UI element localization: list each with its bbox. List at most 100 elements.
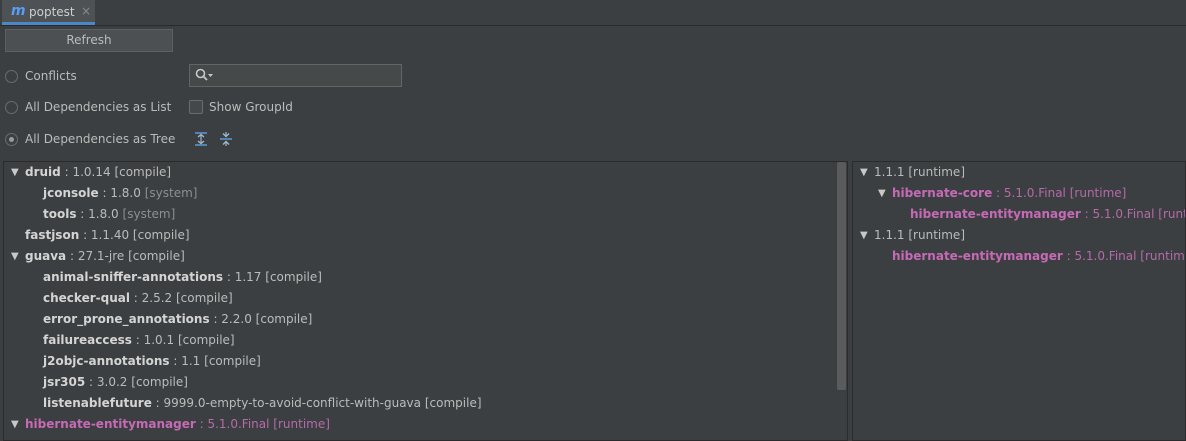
tree-node[interactable]: j2objc-annotations : 1.1 [compile]: [4, 351, 847, 372]
artifact-version: 1.1.1: [874, 228, 905, 242]
tree-node[interactable]: ▼ guava : 27.1-jre [compile]: [4, 246, 847, 267]
artifact-scope: [runtime]: [908, 228, 965, 242]
tree-label: All Dependencies as Tree: [25, 132, 176, 146]
tree-node[interactable]: hibernate-entitymanager : 5.1.0.Final [r…: [853, 204, 1185, 225]
tree-node-text: guava : 27.1-jre [compile]: [25, 249, 185, 263]
tab-bar: m poptest ×: [0, 0, 1186, 26]
tree-node[interactable]: hibernate-entitymanager : 5.1.0.Final [r…: [853, 246, 1185, 267]
artifact-version: 1.8.0: [88, 207, 119, 221]
artifact-version: 2.2.0: [221, 312, 252, 326]
dependency-tree[interactable]: ▼ druid : 1.0.14 [compile] jconsole : 1.8.…: [3, 161, 848, 441]
tree-node-text: 1.1.1 [runtime]: [874, 225, 965, 246]
tree-node[interactable]: animal-sniffer-annotations : 1.17 [compi…: [4, 267, 847, 288]
artifact-name: error_prone_annotations: [43, 312, 210, 326]
tree-node[interactable]: listenablefuture : 9999.0-empty-to-avoid…: [4, 393, 847, 414]
artifact-scope: [runtime]: [273, 417, 330, 431]
tree-node-text: hibernate-entitymanager : 5.1.0.Final [r…: [25, 417, 330, 431]
tree-node[interactable]: ▼ 1.1.1 [runtime]: [853, 225, 1185, 246]
artifact-name: checker-qual: [43, 291, 130, 305]
artifact-name: hibernate-entitymanager: [892, 249, 1063, 263]
tree-node-text: failureaccess : 1.0.1 [compile]: [43, 333, 235, 347]
tree-node-text: tools : 1.8.0 [system]: [43, 207, 176, 221]
expand-all-icon[interactable]: [193, 131, 209, 147]
artifact-name: hibernate-core: [892, 186, 993, 200]
tree-node[interactable]: failureaccess : 1.0.1 [compile]: [4, 330, 847, 351]
tree-node[interactable]: ▼ 1.1.1 [runtime]: [853, 162, 1185, 183]
triangle-down-icon[interactable]: ▼: [11, 246, 23, 267]
artifact-version: 1.17: [234, 270, 262, 284]
triangle-down-icon[interactable]: ▼: [11, 414, 23, 435]
tree-node-text: jconsole : 1.8.0 [system]: [43, 186, 198, 200]
tree-node[interactable]: ▼ hibernate-core : 5.1.0.Final [runtime]: [853, 183, 1185, 204]
tab-poptest[interactable]: m poptest ×: [2, 0, 95, 25]
tree-node-text: hibernate-core : 5.1.0.Final [runtime]: [892, 186, 1127, 200]
artifact-scope: [compile]: [177, 333, 235, 347]
tree-node[interactable]: ▼ druid : 1.0.14 [compile]: [4, 162, 847, 183]
radio-all-dependencies-list[interactable]: [5, 101, 18, 114]
artifact-version: 1.0.14: [72, 165, 111, 179]
artifact-scope: [compile]: [255, 312, 313, 326]
list-label: All Dependencies as List: [25, 100, 172, 114]
artifact-name: jconsole: [43, 186, 99, 200]
search-input[interactable]: [189, 64, 402, 87]
tree-node[interactable]: checker-qual : 2.5.2 [compile]: [4, 288, 847, 309]
tree-node[interactable]: error_prone_annotations : 2.2.0 [compile…: [4, 309, 847, 330]
artifact-version: 3.0.2: [96, 375, 128, 389]
artifact-scope: [compile]: [176, 291, 233, 305]
tree-node-text: error_prone_annotations : 2.2.0 [compile…: [43, 312, 313, 326]
artifact-scope: [compile]: [132, 228, 190, 242]
artifact-scope: [runtime]: [1069, 186, 1127, 200]
artifact-version: 27.1-jre: [77, 249, 125, 263]
tree-node[interactable]: jsr305 : 3.0.2 [compile]: [4, 372, 847, 393]
close-icon[interactable]: ×: [81, 4, 91, 18]
radio-conflicts[interactable]: [5, 70, 18, 83]
triangle-down-icon[interactable]: ▼: [860, 225, 872, 246]
radio-all-dependencies-tree[interactable]: [5, 133, 18, 146]
conflicts-label: Conflicts: [25, 69, 77, 83]
artifact-version: 5.1.0.Final: [207, 417, 270, 431]
refresh-button[interactable]: Refresh: [5, 29, 173, 52]
tree-node-text: druid : 1.0.14 [compile]: [25, 165, 172, 179]
tab-label: poptest: [29, 5, 75, 19]
dependency-usages-tree[interactable]: ▼ 1.1.1 [runtime] ▼ hibernate-core : 5.1.0.…: [852, 161, 1186, 441]
tree-node-text: fastjson : 1.1.40 [compile]: [25, 228, 190, 242]
tree-node-text: hibernate-entitymanager : 5.1.0.Final [r…: [892, 246, 1185, 267]
artifact-name: jsr305: [43, 375, 86, 389]
artifact-scope: [compile]: [114, 165, 172, 179]
artifact-name: listenablefuture: [43, 396, 152, 410]
artifact-scope: [compile]: [131, 375, 188, 389]
artifact-scope: [runtime]: [1158, 207, 1185, 221]
artifact-scope: [runtime]: [908, 165, 965, 179]
artifact-name: druid: [25, 165, 61, 179]
artifact-name: animal-sniffer-annotations: [43, 270, 224, 284]
artifact-version: 9999.0-empty-to-avoid-conflict-with-guav…: [163, 396, 422, 410]
artifact-name: j2objc-annotations: [43, 354, 170, 368]
triangle-down-icon[interactable]: ▼: [11, 162, 23, 183]
artifact-version: 5.1.0.Final: [1074, 249, 1137, 263]
artifact-name: fastjson: [25, 228, 80, 242]
artifact-name: hibernate-entitymanager: [910, 207, 1081, 221]
artifact-scope: [system]: [122, 207, 176, 221]
tree-node-text: j2objc-annotations : 1.1 [compile]: [43, 354, 261, 368]
tree-node-text: animal-sniffer-annotations : 1.17 [compi…: [43, 270, 322, 284]
tree-node[interactable]: ▼ hibernate-entitymanager : 5.1.0.Final […: [4, 414, 847, 435]
artifact-scope: [compile]: [204, 354, 261, 368]
tree-scrollbar[interactable]: [837, 162, 846, 390]
artifact-name: hibernate-entitymanager: [25, 417, 196, 431]
tree-node-text: listenablefuture : 9999.0-empty-to-avoid…: [43, 396, 482, 410]
artifact-scope: [runtime]: [1140, 249, 1185, 263]
artifact-scope: [system]: [144, 186, 198, 200]
artifact-name: failureaccess: [43, 333, 132, 347]
artifact-version: 1.0.1: [143, 333, 175, 347]
triangle-down-icon[interactable]: ▼: [878, 183, 890, 204]
maven-icon: m: [11, 3, 26, 19]
artifact-version: 1.1.40: [90, 228, 130, 242]
tree-node[interactable]: jconsole : 1.8.0 [system]: [4, 183, 847, 204]
tree-node-text: 1.1.1 [runtime]: [874, 162, 965, 183]
tree-node[interactable]: tools : 1.8.0 [system]: [4, 204, 847, 225]
triangle-down-icon[interactable]: ▼: [860, 162, 872, 183]
show-groupid-checkbox[interactable]: [189, 100, 203, 114]
tree-node[interactable]: fastjson : 1.1.40 [compile]: [4, 225, 847, 246]
artifact-version: 1.8.0: [110, 186, 141, 200]
collapse-all-icon[interactable]: [218, 131, 234, 147]
